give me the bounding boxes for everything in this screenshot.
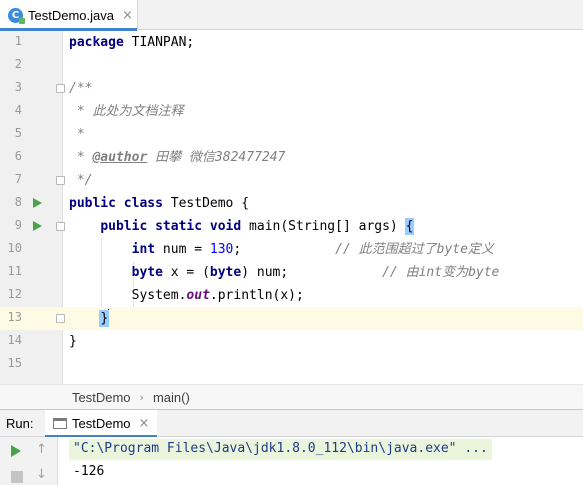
- doc-comment: /**: [69, 81, 93, 96]
- code-line-14: 14 }: [0, 330, 583, 353]
- breadcrumb-method[interactable]: main(): [153, 390, 190, 405]
- code-line-10: 10 int num = 130; // 此范围超过了byte定义: [0, 238, 583, 261]
- console-output: -126: [73, 464, 105, 479]
- line-number: 15: [7, 356, 22, 370]
- line-number: 12: [7, 287, 22, 301]
- console-toolbar: ↑ ↓: [0, 437, 58, 485]
- chevron-right-icon: ›: [139, 390, 144, 404]
- console-icon: [53, 418, 67, 429]
- number-literal: 130: [209, 242, 234, 257]
- keyword: static: [155, 219, 203, 234]
- text-caret: [108, 309, 110, 325]
- author-tag: @author: [92, 150, 148, 165]
- line-number: 9: [14, 218, 22, 232]
- code-line-2: 2: [0, 54, 583, 77]
- line-number: 7: [14, 172, 22, 186]
- keyword: class: [123, 196, 163, 211]
- code-line-15: 15: [0, 353, 583, 376]
- run-tool-window-header: Run: TestDemo ×: [0, 409, 583, 438]
- breadcrumb: TestDemo › main(): [0, 384, 583, 409]
- run-tab-testdemo[interactable]: TestDemo ×: [45, 410, 157, 438]
- line-number: 10: [7, 241, 22, 255]
- code-line-12: 12 System.out.println(x);: [0, 284, 583, 307]
- line-number: 3: [14, 80, 22, 94]
- java-class-icon: C: [8, 7, 25, 24]
- console-command-line[interactable]: "C:\Program Files\Java\jdk1.8.0_112\bin\…: [69, 439, 492, 460]
- line-comment: // 此范围超过了byte定义: [335, 242, 494, 257]
- code-text: x = (: [162, 265, 210, 280]
- line-number: 14: [7, 333, 22, 347]
- run-method-icon[interactable]: [33, 221, 42, 231]
- fold-toggle-icon[interactable]: [56, 222, 65, 231]
- line-number: 2: [14, 57, 22, 71]
- code-line-11: 11 byte x = (byte) num; // 由int变为byte: [0, 261, 583, 284]
- code-text: TIANPAN;: [123, 35, 195, 50]
- code-text: .println(x);: [209, 288, 304, 303]
- doc-comment: *: [69, 127, 85, 142]
- code-line-4: 4 * 此处为文档注释: [0, 100, 583, 123]
- line-number: 5: [14, 126, 22, 140]
- keyword: package: [69, 35, 124, 50]
- keyword: byte: [131, 265, 163, 280]
- doc-comment: */: [69, 173, 93, 188]
- fold-toggle-icon[interactable]: [56, 84, 65, 93]
- stop-icon[interactable]: [11, 471, 23, 483]
- close-icon[interactable]: ×: [139, 416, 150, 431]
- run-tab-label: TestDemo: [72, 416, 131, 431]
- matched-brace: {: [404, 218, 415, 235]
- keyword: public: [69, 196, 116, 211]
- editor-tab-bar: C TestDemo.java ×: [0, 0, 583, 31]
- code-line-5: 5 *: [0, 123, 583, 146]
- keyword: int: [131, 242, 156, 257]
- code-line-13-current: 13 }: [0, 307, 583, 330]
- line-number: 8: [14, 195, 22, 209]
- arrow-up-icon[interactable]: ↑: [36, 442, 47, 457]
- editor-tab-label: TestDemo.java: [28, 7, 114, 23]
- doc-comment: * 此处为文档注释: [69, 104, 184, 119]
- editor-tab-testdemo[interactable]: C TestDemo.java ×: [0, 0, 138, 31]
- static-field: out: [186, 288, 210, 303]
- arrow-down-icon[interactable]: ↓: [36, 467, 47, 482]
- run-console[interactable]: ↑ ↓ "C:\Program Files\Java\jdk1.8.0_112\…: [0, 437, 583, 485]
- code-line-6: 6 * @author 田攀 微信382477247: [0, 146, 583, 169]
- fold-toggle-icon[interactable]: [56, 176, 65, 185]
- code-text: main(String[] args): [241, 219, 406, 234]
- line-number: 6: [14, 149, 22, 163]
- keyword: byte: [209, 265, 242, 280]
- code-text: ) num;: [241, 265, 289, 280]
- line-number: 11: [7, 264, 22, 278]
- code-line-8: 8 public class TestDemo {: [0, 192, 583, 215]
- close-icon[interactable]: ×: [122, 8, 133, 23]
- fold-toggle-icon[interactable]: [56, 314, 65, 323]
- padding: [241, 242, 335, 257]
- rerun-icon[interactable]: [11, 445, 21, 457]
- keyword: void: [209, 219, 242, 234]
- code-line-1: 1 package TIANPAN;: [0, 31, 583, 54]
- doc-comment: *: [69, 150, 93, 165]
- line-number: 13: [7, 310, 22, 324]
- matched-brace: }: [99, 310, 110, 327]
- line-number: 4: [14, 103, 22, 117]
- run-class-icon[interactable]: [33, 198, 42, 208]
- doc-comment: 田攀 微信382477247: [147, 150, 286, 165]
- code-line-7: 7 */: [0, 169, 583, 192]
- line-comment: // 由int变为byte: [382, 265, 500, 280]
- code-line-9: 9 public static void main(String[] args)…: [0, 215, 583, 238]
- run-label: Run:: [6, 415, 34, 431]
- code-line-3: 3 /**: [0, 77, 583, 100]
- line-number: 1: [14, 34, 22, 48]
- breadcrumb-class[interactable]: TestDemo: [72, 390, 131, 405]
- code-text: TestDemo {: [162, 196, 250, 211]
- code-text: }: [69, 334, 77, 349]
- code-editor[interactable]: 1 package TIANPAN; 2 3 /** 4 * 此处为文档注释 5…: [0, 31, 583, 384]
- code-text: System.: [131, 288, 187, 303]
- code-text: num =: [155, 242, 210, 257]
- padding: [288, 265, 382, 280]
- keyword: public: [100, 219, 148, 234]
